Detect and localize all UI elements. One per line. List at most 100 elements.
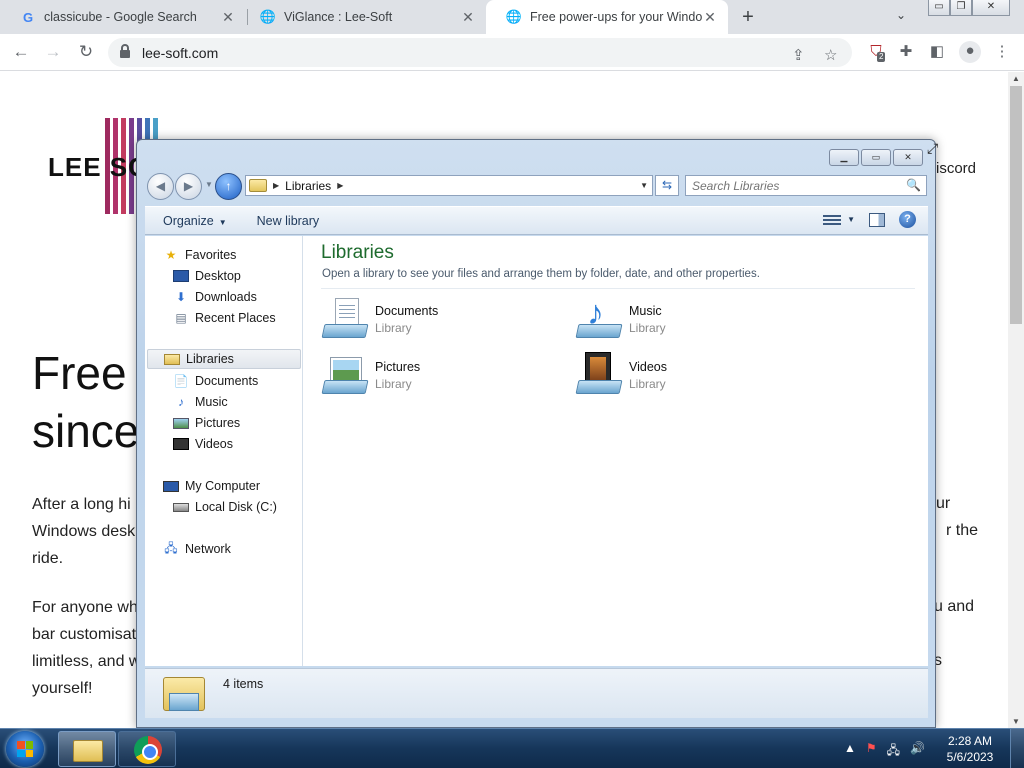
lock-icon[interactable] bbox=[120, 44, 130, 58]
tab-title: ViGlance : Lee-Soft bbox=[284, 10, 393, 24]
divider bbox=[321, 288, 915, 289]
explorer-address-bar[interactable]: ▶ Libraries ▶ ▼ bbox=[245, 175, 653, 196]
page-scrollbar[interactable]: ▲ ▼ bbox=[1008, 72, 1024, 728]
library-music[interactable]: ♪ Music Library bbox=[575, 296, 666, 342]
change-view-icon[interactable] bbox=[823, 213, 842, 227]
explorer-folder-icon bbox=[73, 740, 103, 762]
share-icon[interactable]: ⇪ bbox=[792, 46, 805, 64]
volume-icon[interactable]: 🔊 bbox=[910, 741, 925, 762]
library-name: Documents bbox=[375, 304, 439, 318]
view-options-chevron-icon[interactable]: ▼ bbox=[847, 215, 855, 224]
search-input[interactable] bbox=[686, 176, 896, 195]
nav-label: Network bbox=[185, 542, 231, 556]
hard-drive-icon bbox=[173, 502, 189, 512]
bookmark-star-icon[interactable]: ☆ bbox=[824, 46, 837, 64]
network-tray-icon[interactable]: 🖧 bbox=[887, 741, 900, 762]
menu-kebab-icon[interactable]: ⋮ bbox=[992, 42, 1012, 62]
tab-search-chevron-icon[interactable]: ⌄ bbox=[896, 8, 906, 22]
hero-line: since bbox=[32, 405, 140, 457]
profile-avatar-icon[interactable]: ● bbox=[959, 41, 981, 63]
extensions-puzzle-icon[interactable]: ✚ bbox=[896, 42, 916, 62]
close-tab-icon[interactable]: ✕ bbox=[220, 9, 236, 25]
maximize-button[interactable]: ▭ bbox=[861, 149, 891, 166]
breadcrumb-libraries[interactable]: Libraries bbox=[285, 179, 331, 193]
taskbar-clock[interactable]: 2:28 AM 5/6/2023 bbox=[946, 733, 994, 765]
action-center-flag-icon[interactable]: ⚑ bbox=[866, 741, 877, 762]
nav-music[interactable]: ♪ Music bbox=[173, 392, 228, 412]
library-videos[interactable]: Videos Library bbox=[575, 352, 667, 398]
nav-my-computer[interactable]: My Computer bbox=[163, 476, 260, 496]
pictures-library-icon bbox=[321, 352, 369, 398]
nav-favorites[interactable]: ★ Favorites bbox=[163, 245, 237, 265]
google-icon: G bbox=[22, 9, 34, 25]
close-button[interactable]: ✕ bbox=[972, 0, 1010, 16]
explorer-navigation-bar: ◀ ▶ ▼ ↑ ▶ Libraries ▶ ▼ ⇆ 🔍 bbox=[145, 172, 927, 200]
tab-free-power-ups[interactable]: 🌐 Free power-ups for your Window ✕ bbox=[486, 0, 728, 34]
close-tab-icon[interactable]: ✕ bbox=[702, 9, 718, 25]
nav-libraries[interactable]: Libraries bbox=[147, 349, 301, 369]
desktop-icon bbox=[173, 270, 189, 282]
nav-link-discord[interactable]: iscord bbox=[936, 160, 976, 177]
taskbar-explorer-button[interactable] bbox=[58, 731, 116, 767]
address-dropdown-icon[interactable]: ▼ bbox=[640, 181, 648, 190]
resize-diagonal-icon[interactable]: ⤢ bbox=[927, 140, 938, 157]
tab-viglance[interactable]: 🌐 ViGlance : Lee-Soft ✕ bbox=[240, 0, 486, 34]
breadcrumb-arrow-icon[interactable]: ▶ bbox=[337, 181, 343, 190]
tab-google-search[interactable]: G classicube - Google Search ✕ bbox=[0, 0, 246, 34]
preview-pane-icon[interactable] bbox=[869, 212, 885, 227]
new-library-button[interactable]: New library bbox=[257, 214, 320, 228]
up-arrow-icon[interactable]: ↑ bbox=[215, 173, 242, 200]
explorer-search-box[interactable]: 🔍 bbox=[685, 175, 927, 196]
search-icon[interactable]: 🔍 bbox=[906, 178, 921, 192]
back-arrow-icon[interactable]: ◀ bbox=[147, 173, 174, 200]
nav-downloads[interactable]: ⬇ Downloads bbox=[173, 287, 257, 307]
scroll-up-arrow-icon[interactable]: ▲ bbox=[1012, 74, 1020, 83]
globe-icon: 🌐 bbox=[259, 9, 277, 24]
minimize-button[interactable]: ▁ bbox=[829, 149, 859, 166]
nav-local-disk[interactable]: Local Disk (C:) bbox=[173, 497, 277, 517]
refresh-icon[interactable]: ⇆ bbox=[655, 175, 679, 196]
new-tab-button[interactable]: + bbox=[737, 6, 759, 28]
recent-pages-chevron-icon[interactable]: ▼ bbox=[205, 180, 213, 189]
explorer-command-bar: Organize ▼ New library ▼ ? bbox=[145, 206, 928, 235]
address-bar[interactable]: lee-soft.com ⇪ ☆ bbox=[108, 38, 852, 67]
show-desktop-button[interactable] bbox=[1010, 729, 1024, 768]
nav-pictures[interactable]: Pictures bbox=[173, 413, 240, 433]
organize-button[interactable]: Organize ▼ bbox=[163, 214, 227, 228]
paragraph-2: For anyone wh bar customisat limitless, … bbox=[32, 594, 140, 702]
side-panel-icon[interactable]: ◧ bbox=[927, 42, 947, 62]
extension-shield-icon[interactable]: ⛉ 2 bbox=[866, 42, 886, 62]
forward-button[interactable]: → bbox=[42, 41, 64, 63]
globe-icon: 🌐 bbox=[505, 9, 523, 24]
taskbar-chrome-button[interactable] bbox=[118, 731, 176, 767]
text-fragment: u and bbox=[934, 598, 975, 615]
nav-videos[interactable]: Videos bbox=[173, 434, 233, 454]
nav-recent-places[interactable]: ▤ Recent Places bbox=[173, 308, 275, 328]
start-button[interactable] bbox=[6, 731, 44, 767]
windows-taskbar: ▲ ⚑ 🖧 🔊 2:28 AM 5/6/2023 bbox=[0, 728, 1024, 768]
library-documents[interactable]: Documents Library bbox=[321, 296, 438, 342]
breadcrumb-arrow-icon[interactable]: ▶ bbox=[273, 181, 279, 190]
restore-button[interactable]: ❐ bbox=[950, 0, 972, 16]
explorer-window: ▁ ▭ ✕ ⤢ ◀ ▶ ▼ ↑ ▶ Libraries ▶ ▼ ⇆ 🔍 Orga… bbox=[136, 139, 938, 728]
recent-places-icon: ▤ bbox=[175, 311, 187, 325]
nav-desktop[interactable]: Desktop bbox=[173, 266, 241, 286]
back-button[interactable]: ← bbox=[10, 41, 32, 63]
scroll-down-arrow-icon[interactable]: ▼ bbox=[1012, 717, 1020, 726]
minimize-button[interactable]: ▭ bbox=[928, 0, 950, 16]
videos-library-icon bbox=[575, 352, 623, 398]
nav-label: Local Disk (C:) bbox=[195, 500, 277, 514]
libraries-folder-icon bbox=[249, 179, 267, 192]
close-tab-icon[interactable]: ✕ bbox=[460, 9, 476, 25]
nav-documents[interactable]: 📄 Documents bbox=[173, 371, 259, 391]
show-hidden-icons-icon[interactable]: ▲ bbox=[844, 741, 856, 762]
forward-arrow-icon[interactable]: ▶ bbox=[175, 173, 202, 200]
computer-icon bbox=[163, 480, 179, 492]
reload-button[interactable]: ↻ bbox=[75, 41, 97, 63]
library-type: Library bbox=[629, 321, 666, 335]
scrollbar-thumb[interactable] bbox=[1010, 86, 1022, 324]
nav-network[interactable]: 🖧 Network bbox=[163, 539, 231, 559]
help-icon[interactable]: ? bbox=[899, 211, 916, 228]
close-button[interactable]: ✕ bbox=[893, 149, 923, 166]
library-pictures[interactable]: Pictures Library bbox=[321, 352, 420, 398]
